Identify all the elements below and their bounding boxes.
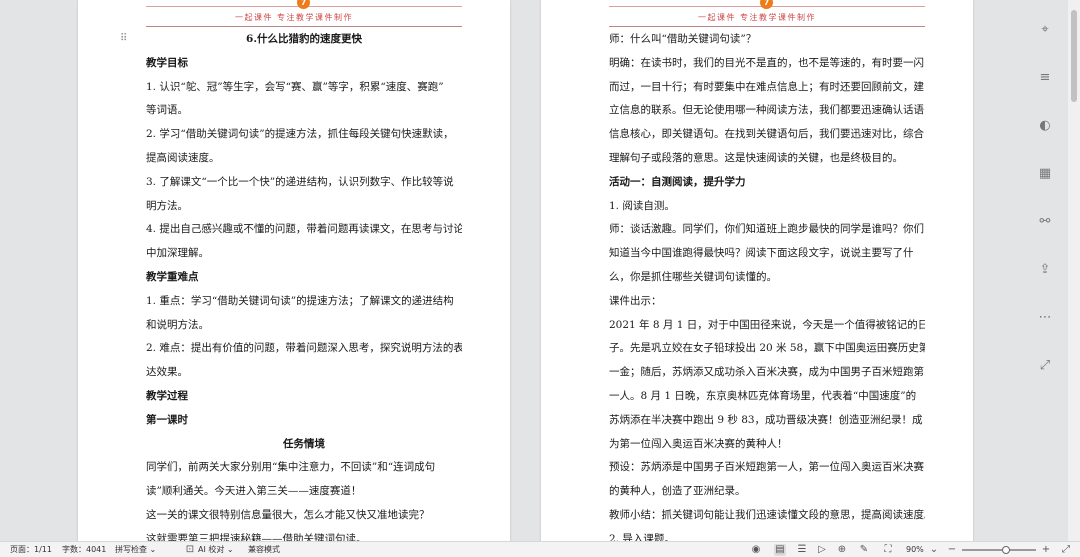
adjust-icon[interactable]: ≡ [1035,68,1055,88]
document-page-1[interactable]: 7 一起课件 专注教学课件制作 6.什么比猎豹的速度更快教学目标 1. 认识“鸵、… [78,0,510,541]
text-line: 这就需要第三把提速秘籍——借助关键词句读。 [146,532,367,541]
scrollbar-thumb[interactable] [1071,10,1077,102]
fullscreen-icon[interactable]: ⤢ [1035,356,1055,376]
text-line: 2. 导入课题。 [609,532,675,541]
heading-line: 教学目标 [146,56,188,69]
text-line: 2021 年 8 月 1 日，对于中国田径来说，今天是一个值得被铭记的日 [609,318,925,331]
heading-line: 活动一：自测阅读，提升学力 [609,175,746,188]
text-line: 一金；随后，苏炳添又成功杀入百米决赛，成为中国男子百米短跑第 [609,366,924,379]
fullscreen-toggle-icon[interactable]: ⤢ [1060,544,1072,556]
text-line: 预设：苏炳添是中国男子百米短跑第一人，第一位闯入奥运百米决赛 [609,461,924,474]
spell-check-label: 拼写检查 [115,545,147,554]
text-line: 1. 认识“鸵、冠”等生字，会写“赛、赢”等字，积累“速度、赛跑” [146,80,444,93]
text-line: 信息核心，即关键语句。在找到关键语句后，我们要迅速对比，综合， [609,128,925,141]
text-line: 知道当今中国谁跑得最快吗？阅读下面这段文字，说说主要写了什 [609,247,914,260]
chevron-down-icon: ⌄ [226,545,234,554]
fit-page-icon[interactable]: ⛶ [882,544,894,556]
zoom-slider-knob[interactable] [1002,546,1011,554]
text-line: 同学们，前两关大家分别用“集中注意力，不回读”和“连词成句 [146,461,436,474]
zoom-in-icon[interactable]: + [1040,544,1052,556]
text-line: 2. 难点：提出有价值的问题，带着问题深入思考，探究说明方法的表 [146,342,462,355]
header-rule [609,26,925,27]
text-line: 提高阅读速度。 [146,151,220,164]
proofread-icon: ⊡ [185,544,195,555]
text-line: 中加深理解。 [146,247,209,260]
document-workspace: 7 一起课件 专注教学课件制作 6.什么比猎豹的速度更快教学目标 1. 认识“鸵、… [0,0,1080,541]
page-view-icon[interactable]: ▤ [774,544,786,556]
text-line: 立信息的联系。但无论使用哪一种阅读方法，我们都要迅速确认话语 [609,104,924,117]
text-line: 这一关的课文很特别信息量很大，怎么才能又快又准地读完？ [146,508,430,521]
heading-line: 任务情境 [283,437,325,450]
link-icon[interactable]: ⚯ [1035,212,1055,232]
header-rule [146,26,462,27]
text-line: 的黄种人，创造了亚洲纪录。 [609,485,746,498]
text-line: 读”顺利通关。今天进入第三关——速度赛道！ [146,485,362,498]
text-line: 师：什么叫“借助关键词句读”？ [609,33,757,45]
text-line: 等词语。 [146,104,188,117]
text-line: 教师小结：抓关键词句能让我们迅速读懂文段的意思，提高阅读速度。 [609,508,925,521]
text-line: 1. 重点：学习“借助关键词句读”的提速方法；了解课文的递进结构 [146,294,454,307]
outline-view-icon[interactable]: ☰ [796,544,808,556]
text-line: 而过，一目十行；有时要集中在难点信息上；有时还要回顾前文，建 [609,80,924,93]
side-toolbar: ⌖ ≡ ◐ ▦ ⚯ ⇪ ⋯ ⤢ [1028,20,1062,376]
page-indicator[interactable]: 页面：1/11 [10,542,52,557]
text-line: 4. 提出自己感兴趣或不懂的问题，带着问题再读课文，在思考与讨论 [146,223,462,236]
edit-view-icon[interactable]: ✎ [858,544,870,556]
text-line: 2. 学习“借助关键词句读”的提速方法，抓住每段关键句快速默读， [146,128,454,141]
brand-logo-icon: 7 [297,0,310,9]
ai-proof-label: AI 校对 [198,545,225,554]
text-line: 明确：在读书时，我们的目光不是直的，也不是等速的，有时要一闪 [609,56,924,69]
heading-line: 教学过程 [146,389,188,402]
layout-icon[interactable]: ▦ [1035,164,1055,184]
chevron-down-icon: ⌄ [149,545,157,554]
heading-line: 第一课时 [146,413,188,426]
share-icon[interactable]: ⇪ [1035,260,1055,280]
text-line: 理解句子或段落的意思。这是快速阅读的关键，也是终极目的。 [609,151,903,164]
status-bar: 页面：1/11 字数：4041 拼写检查 ⌄ ⊡ AI 校对 ⌄ 兼容模式 ◉ … [0,541,1080,557]
text-line: 和说明方法。 [146,318,209,331]
text-line: 苏炳添在半决赛中跑出 9 秒 83，成功晋级决赛！创造亚洲纪录！成 [609,413,923,426]
spell-check-button[interactable]: 拼写检查 ⌄ [115,542,156,557]
text-line: 3. 了解课文“一个比一个快”的递进结构，认识列数字、作比较等说 [146,175,454,188]
text-line: 么，你是抓住哪些关键词句读懂的。 [609,270,777,283]
text-line: 明方法。 [146,199,188,212]
heading-line: 教学重难点 [146,270,199,283]
zoom-level[interactable]: 90% [906,542,924,557]
text-line: 一人。8 月 1 日晚，东京奥林匹克体育场里，代表着“中国速度”的 [609,389,917,402]
text-line: 课件出示： [609,294,662,307]
zoom-dropdown-icon[interactable]: ⌄ [928,544,940,556]
heading-line: 6.什么比猎豹的速度更快 [246,33,362,45]
text-line: 师：谈话激趣。同学们，你们知道班上跑步最快的同学是谁吗？你们 [609,223,924,236]
web-view-icon[interactable]: ⊕ [836,544,848,556]
document-page-2[interactable]: 7 一起课件 专注教学课件制作 师：什么叫“借助关键词句读”？ 明确：在读书时，我… [541,0,973,541]
page-1-body[interactable]: 6.什么比猎豹的速度更快教学目标 1. 认识“鸵、冠”等生字，会写“赛、赢”等字，… [146,28,462,541]
text-line: 子。先是巩立姣在女子铅球投出 20 米 58，赢下中国奥运田赛历史第 [609,342,925,355]
page-2-body[interactable]: 师：什么叫“借助关键词句读”？ 明确：在读书时，我们的目光不是直的，也不是等速的，… [609,28,925,541]
text-line: 为第一位闯入奥运百米决赛的黄种人！ [609,437,788,450]
zoom-slider[interactable] [962,546,1036,554]
play-icon[interactable]: ▷ [816,544,828,556]
zoom-out-icon[interactable]: − [946,544,958,556]
paragraph-drag-handle-icon[interactable]: ⠿ [120,34,128,44]
header-caption: 一起课件 专注教学课件制作 [697,13,817,22]
palette-icon[interactable]: ◐ [1035,116,1055,136]
word-count[interactable]: 字数：4041 [62,542,106,557]
ai-proof-button[interactable]: AI 校对 ⌄ [198,542,234,557]
select-tool-icon[interactable]: ⌖ [1035,20,1055,40]
more-icon[interactable]: ⋯ [1035,308,1055,328]
header-caption: 一起课件 专注教学课件制作 [234,13,354,22]
brand-logo-icon: 7 [760,0,773,9]
text-line: 达效果。 [146,366,188,379]
eye-protection-icon[interactable]: ◉ [750,544,762,556]
vertical-scrollbar[interactable] [1068,0,1080,541]
text-line: 1. 阅读自测。 [609,199,675,212]
compat-mode-label: 兼容模式 [248,545,280,554]
